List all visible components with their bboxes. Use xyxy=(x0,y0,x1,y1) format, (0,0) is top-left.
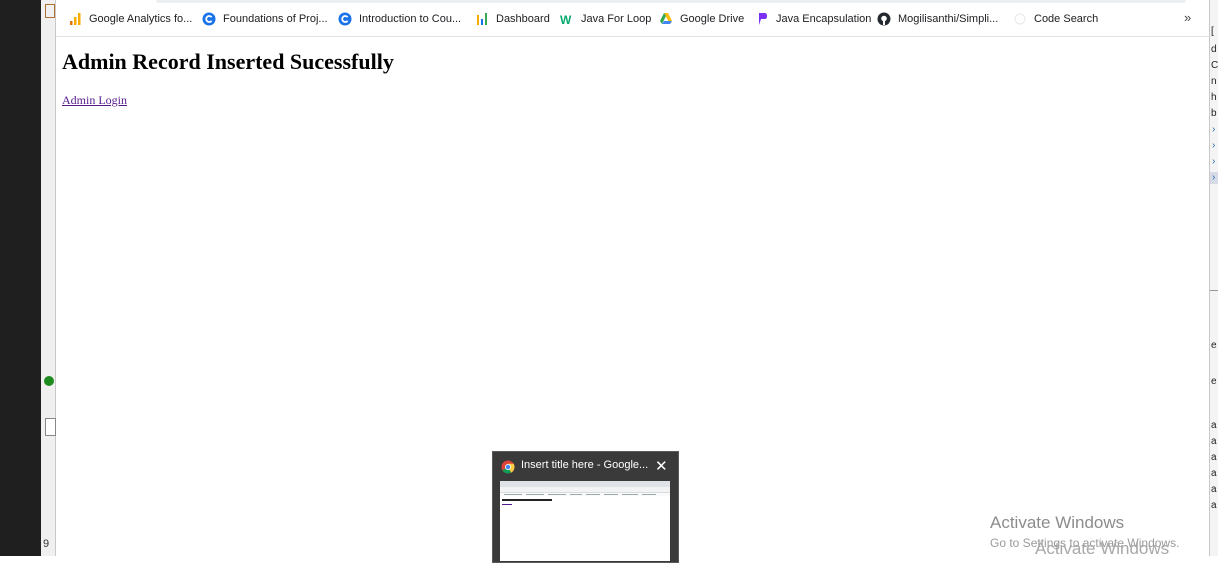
bookmark-label: Mogilisanthi/Simpli... xyxy=(898,13,999,25)
bookmarks-bar: Google Analytics fo... Foundations of Pr… xyxy=(56,0,1209,37)
bookmark-dashboard[interactable]: Dashboard xyxy=(475,10,550,28)
bookmark-label: Dashboard xyxy=(496,13,550,25)
coursera-icon xyxy=(338,12,352,26)
bookmark-github-repo[interactable]: Mogilisanthi/Simpli... xyxy=(877,10,998,28)
taskbar-window-preview[interactable]: Insert title here - Google... ✕ xyxy=(492,451,679,563)
desktop-background-left xyxy=(0,0,41,556)
bookmark-google-drive[interactable]: Google Drive xyxy=(659,10,744,28)
ide-icon xyxy=(45,4,55,18)
google-drive-icon xyxy=(659,12,673,26)
bookmark-label: Code Search xyxy=(1034,13,1099,25)
page-heading: Admin Record Inserted Sucessfully xyxy=(62,49,394,74)
coursera-icon xyxy=(202,12,216,26)
preview-thumbnail xyxy=(500,481,670,561)
bookmark-label: Java Encapsulation xyxy=(776,13,872,25)
close-icon[interactable]: ✕ xyxy=(655,457,668,475)
bookmark-java-for-loop[interactable]: W Java For Loop xyxy=(560,10,651,28)
address-bar-edge xyxy=(156,0,1186,3)
bookmark-label: Java For Loop xyxy=(581,13,652,25)
bookmark-label: Introduction to Cou... xyxy=(359,13,462,25)
line-number: 9 xyxy=(43,538,50,550)
svg-text:W: W xyxy=(560,13,572,26)
more-bookmarks-chevron-icon[interactable]: » xyxy=(1184,10,1191,25)
adjacent-window-fragment: [ d C n h b › › › › e e a a a a a a xyxy=(1209,0,1218,556)
bookmark-java-encapsulation[interactable]: Java Encapsulation xyxy=(755,10,871,28)
dashboard-icon xyxy=(475,12,489,26)
bookmark-label: Foundations of Proj... xyxy=(223,13,328,25)
github-icon xyxy=(877,12,891,26)
bookmark-google-analytics[interactable]: Google Analytics fo... xyxy=(68,10,192,28)
preview-title: Insert title here - Google... xyxy=(521,459,649,471)
bookmark-introduction-to-course[interactable]: Introduction to Cou... xyxy=(338,10,461,28)
bookmark-p-icon xyxy=(755,12,769,26)
analytics-icon xyxy=(68,12,82,26)
ide-field-fragment xyxy=(45,418,56,436)
bookmark-label: Google Analytics fo... xyxy=(89,13,193,25)
bookmark-label: Google Drive xyxy=(680,13,745,25)
bookmark-code-search[interactable]: Code Search xyxy=(1013,10,1098,28)
admin-login-link[interactable]: Admin Login xyxy=(62,93,127,108)
code-search-icon xyxy=(1013,12,1027,26)
w3schools-icon: W xyxy=(560,12,574,26)
run-status-icon xyxy=(44,376,54,386)
chrome-icon xyxy=(501,460,515,474)
activate-windows-ghost: Activate Windows xyxy=(1035,539,1170,558)
bookmark-foundations-of-project[interactable]: Foundations of Proj... xyxy=(202,10,328,28)
activate-windows-watermark: Activate Windows xyxy=(990,513,1125,532)
ide-window-fragment: 9 xyxy=(41,0,56,556)
